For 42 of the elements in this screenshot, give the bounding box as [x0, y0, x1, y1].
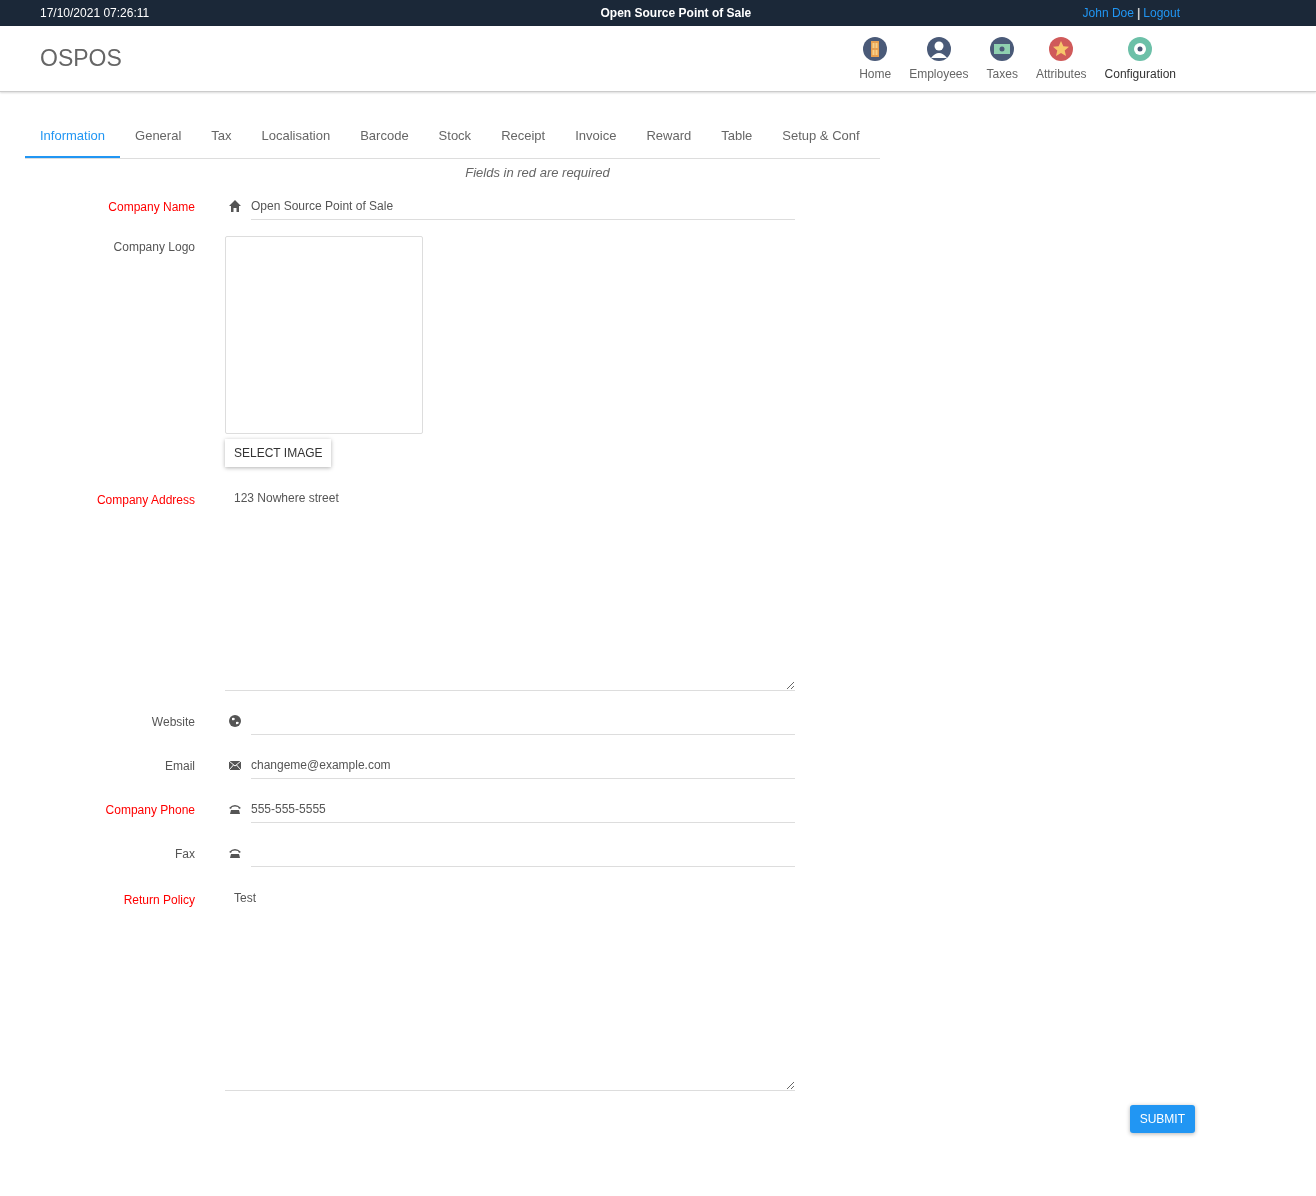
settings-tab[interactable]: Invoice [560, 114, 632, 158]
nav-item[interactable]: Configuration [1104, 36, 1176, 81]
settings-tab[interactable]: Table [706, 114, 768, 158]
settings-tab[interactable]: General [120, 114, 197, 158]
money-icon [989, 36, 1016, 62]
app-logo: OSPOS [40, 45, 122, 72]
home-icon [228, 199, 242, 213]
field-label: Company Address [95, 492, 195, 509]
settings-tab[interactable]: Localisation [246, 114, 346, 158]
submit-button[interactable]: SUBMIT [1129, 1105, 1195, 1133]
date-time: 17/10/2021 07:26:11 [40, 6, 150, 20]
envelope-icon [228, 758, 242, 772]
settings-tab[interactable]: Receipt [486, 114, 561, 158]
settings-tab[interactable]: Information [25, 114, 121, 158]
door-icon [862, 36, 889, 62]
settings-tab[interactable]: Barcode [345, 114, 424, 158]
app-title: Open Source Point of Sale [600, 6, 752, 20]
person-icon [925, 36, 952, 62]
settings-tab[interactable]: Stock [423, 114, 487, 158]
field-label: Email [164, 758, 195, 775]
user-link[interactable]: John Doe [1082, 6, 1134, 20]
field-label: Website [150, 714, 195, 731]
nav-item[interactable]: Attributes [1035, 36, 1087, 81]
nav-item[interactable]: Employees [909, 36, 969, 81]
field-label: Company Name [107, 199, 195, 216]
nav-item[interactable]: Taxes [986, 36, 1018, 81]
required-notice: Fields in red are required [465, 165, 610, 180]
field-label: Company Logo [112, 239, 195, 256]
settings-tab[interactable]: Setup & Conf [767, 114, 875, 158]
logout-link[interactable]: Logout [1143, 6, 1180, 20]
phone-icon [228, 802, 242, 816]
field-label: Fax [174, 846, 195, 863]
phone-icon [228, 846, 242, 860]
gear-icon [1127, 36, 1154, 62]
separator: | [1136, 6, 1141, 20]
field-label: Company Phone [104, 802, 195, 819]
settings-tab[interactable]: Tax [196, 114, 247, 158]
nav-item[interactable]: Home [859, 36, 892, 81]
globe-icon [228, 714, 242, 728]
field-label: Return Policy [122, 892, 195, 909]
settings-tab[interactable]: Reward [631, 114, 707, 158]
select-image-button[interactable]: SELECT IMAGE [225, 439, 332, 467]
